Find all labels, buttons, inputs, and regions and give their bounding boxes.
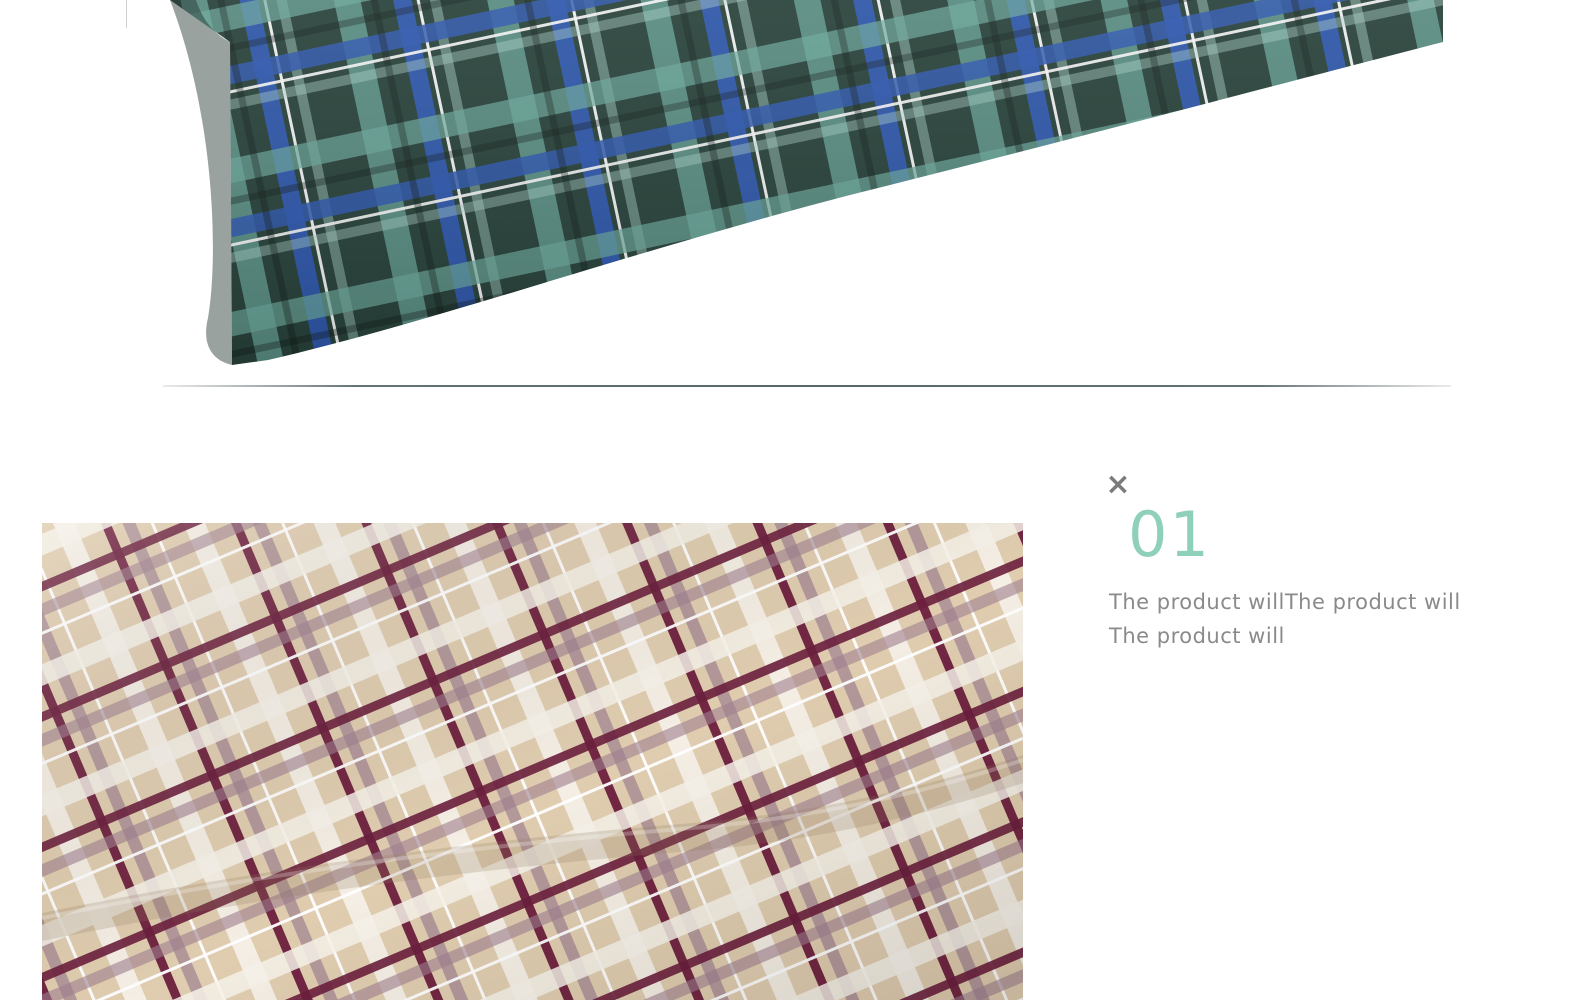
feature-description: The product willThe product will The pro… bbox=[1109, 585, 1529, 653]
feature-number: 01 bbox=[1128, 498, 1211, 571]
beige-plaid-fabric-image bbox=[42, 523, 1023, 1000]
top-accent-line bbox=[126, 0, 127, 28]
green-plaid-fabric-image bbox=[160, 0, 1453, 372]
feature-description-line-2: The product will bbox=[1109, 624, 1285, 648]
feature-description-line-1: The product willThe product will bbox=[1109, 590, 1461, 614]
close-icon[interactable]: × bbox=[1103, 470, 1133, 500]
section-divider bbox=[163, 385, 1451, 387]
